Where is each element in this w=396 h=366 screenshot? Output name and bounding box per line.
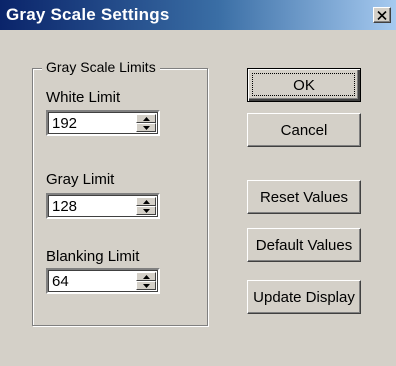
blanking-limit-spinbox[interactable]: 64 [46, 268, 160, 294]
gray-limit-down-button[interactable] [136, 206, 156, 215]
title-bar[interactable]: Gray Scale Settings [0, 0, 396, 30]
down-arrow-icon [142, 283, 150, 288]
white-limit-up-button[interactable] [136, 114, 156, 123]
reset-values-button-label: Reset Values [259, 188, 349, 206]
gray-limit-spin-buttons [136, 197, 156, 215]
up-arrow-icon [142, 274, 150, 279]
blanking-limit-up-button[interactable] [136, 272, 156, 281]
gray-limit-spinbox[interactable]: 128 [46, 193, 160, 219]
blanking-limit-value[interactable]: 64 [52, 273, 69, 290]
reset-values-button[interactable]: Reset Values [247, 180, 361, 214]
ok-button[interactable]: OK [247, 68, 361, 102]
white-limit-label: White Limit [46, 89, 121, 106]
window-title: Gray Scale Settings [6, 5, 170, 24]
blanking-limit-spin-buttons [136, 272, 156, 290]
down-arrow-icon [142, 208, 150, 213]
blanking-limit-label: Blanking Limit [46, 248, 140, 265]
cancel-button[interactable]: Cancel [247, 113, 361, 147]
gray-limit-label: Gray Limit [46, 171, 115, 188]
white-limit-value[interactable]: 192 [52, 115, 77, 132]
white-limit-down-button[interactable] [136, 123, 156, 132]
up-arrow-icon [142, 199, 150, 204]
update-display-button-label: Update Display [253, 288, 355, 306]
update-display-button[interactable]: Update Display [247, 280, 361, 314]
group-label: Gray Scale Limits [42, 59, 160, 75]
close-button[interactable] [373, 7, 391, 23]
blanking-limit-down-button[interactable] [136, 281, 156, 290]
white-limit-spinbox[interactable]: 192 [46, 110, 160, 136]
gray-limit-value[interactable]: 128 [52, 198, 77, 215]
cancel-button-label: Cancel [280, 121, 328, 139]
up-arrow-icon [142, 116, 150, 121]
focus-rectangle [252, 73, 355, 96]
gray-limit-up-button[interactable] [136, 197, 156, 206]
gray-scale-settings-dialog: Gray Scale Settings Gray Scale Limits Wh… [0, 0, 396, 366]
default-values-button[interactable]: Default Values [247, 228, 361, 262]
white-limit-spin-buttons [136, 114, 156, 132]
close-icon [377, 10, 387, 20]
default-values-button-label: Default Values [255, 236, 353, 254]
down-arrow-icon [142, 125, 150, 130]
